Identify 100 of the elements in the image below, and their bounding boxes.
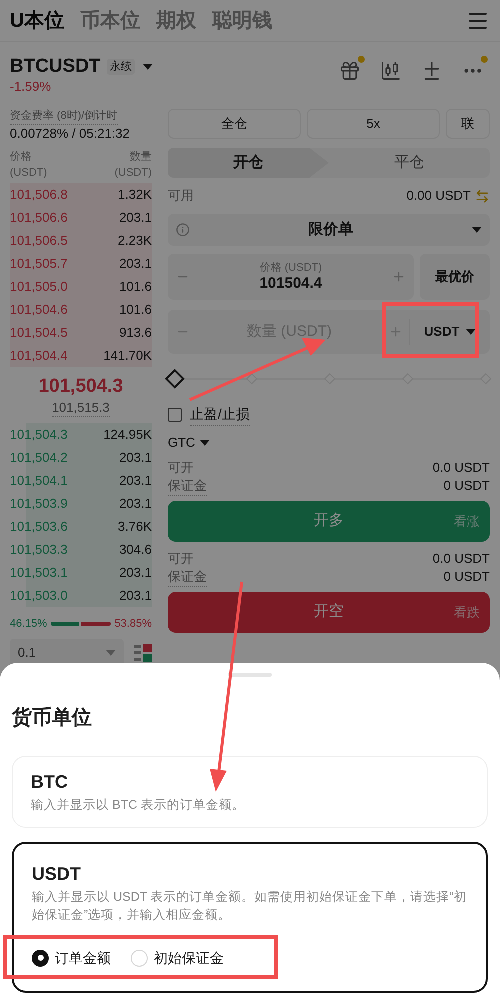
last-price: 101,504.3 [38,374,124,398]
ask-quantity: 101.6 [119,278,152,296]
info-value: 0.0 USDT [432,550,490,568]
bid-price[interactable]: 101,504.3 [10,424,68,444]
bid-quantity: 203.1 [119,448,152,467]
info-label: 可开 [168,550,194,568]
ask-price[interactable]: 101,506.5 [10,230,68,250]
radio-button[interactable] [32,950,49,966]
ask-price[interactable]: 101,506.6 [10,208,68,228]
bid-quantity: 203.1 [119,494,152,513]
radio-label[interactable]: 订单金额 [55,948,111,968]
price-field[interactable]: 价格 (USDT) 101504.4 [168,254,414,300]
button-hint: 看跌 [454,604,480,622]
button-hint: 看涨 [454,512,480,531]
info-value: 0.0 USDT [432,459,490,478]
ask-price[interactable]: 101,506.8 [10,184,68,204]
transfer-icon[interactable] [475,188,490,204]
ask-quantity: 141.70K [104,346,152,365]
ask-price[interactable]: 101,505.7 [10,254,68,274]
ask-quantity: 203.1 [119,254,152,273]
position-mode-tab[interactable]: 开仓 [168,148,329,178]
option-title: BTC [31,770,69,794]
available-balance: 0.00 USDT [406,187,471,206]
option-description: 输入并显示以 BTC 表示的订单金额。 [31,796,246,814]
open-long-button[interactable]: 开多 看涨 [168,501,490,542]
info-value: 0 USDT [444,477,490,496]
caret-icon [466,329,476,335]
column-unit: (USDT) [114,166,152,181]
position-mode-tab[interactable]: 平仓 [329,148,490,178]
bid-price[interactable]: 101,503.9 [10,494,68,514]
bid-price[interactable]: 101,503.3 [10,540,68,560]
column-unit: (USDT) [10,166,48,181]
radio-button[interactable] [131,950,148,966]
column-header: 价格 [10,150,33,165]
ask-quantity: 913.6 [119,324,152,342]
caret-icon [106,650,116,656]
info-label: 保证金 [168,566,207,588]
option-description: 输入并显示以 USDT 表示的订单金额。如需使用初始保证金下单，请选择“初始保证金”选项，并输入相应金额。 [32,888,468,924]
margin-setting-button[interactable]: 联 [446,109,490,139]
open-short-button[interactable]: 开空 看跌 [168,592,490,633]
dropdown-caret-icon [142,64,153,70]
checkbox[interactable] [168,408,182,422]
radio-label[interactable]: 初始保证金 [154,948,224,968]
caret-icon [472,227,482,233]
info-label: 可开 [168,459,194,478]
bid-quantity: 3.76K [118,518,152,536]
info-value: 0 USDT [444,568,490,586]
funding-rate-label: 资金费率 (8时)/倒计时 [10,108,118,125]
market-tab[interactable]: 聪明钱 [212,6,272,36]
bid-quantity: 124.95K [104,426,152,444]
order-type-dropdown[interactable]: 限价单 [168,214,490,246]
ask-quantity: 203.1 [119,208,152,227]
bid-quantity: 203.1 [119,586,152,605]
price-input[interactable]: 101504.4 [236,275,346,293]
ask-price[interactable]: 101,504.5 [10,322,68,342]
bid-price[interactable]: 101,503.0 [10,586,68,606]
contract-type-tag: 永续 [106,58,135,76]
available-label: 可用 [168,187,194,206]
field-label: 价格 (USDT) [260,261,322,275]
buy-ratio: 46.15% [10,616,48,632]
info-label: 保证金 [168,476,207,496]
sell-ratio: 53.85% [114,616,152,632]
margin-setting-button[interactable]: 全仓 [168,109,301,139]
market-tab[interactable]: 期权 [156,6,196,36]
ask-price[interactable]: 101,504.6 [10,300,68,320]
bid-quantity: 304.6 [119,540,152,559]
market-tab[interactable]: U本位 [10,6,64,36]
bid-price[interactable]: 101,504.1 [10,470,68,490]
bid-quantity: 203.1 [119,472,152,490]
sheet-title: 货币单位 [12,706,93,730]
ask-quantity: 1.32K [118,186,152,204]
option-title: USDT [32,862,82,886]
unit-option-card[interactable]: USDT 输入并显示以 USDT 表示的订单金额。如需使用初始保证金下单，请选择“初始保证金”选项，并输入相应金额。 订单金额 初始保证金 [12,842,488,993]
unit-option-card[interactable]: BTC 输入并显示以 BTC 表示的订单金额。 [12,756,488,828]
ask-quantity: 2.23K [118,232,152,250]
leverage-slider[interactable] [168,367,490,391]
bid-quantity: 203.1 [119,564,152,582]
bid-price[interactable]: 101,504.2 [10,448,68,468]
take-profit-stop-loss-label[interactable]: 止盈/止损 [190,404,250,426]
time-in-force-dropdown[interactable]: GTC [168,433,210,453]
info-icon[interactable] [176,223,190,237]
price-change: -1.59% [10,78,52,96]
candlestick-icon[interactable] [380,60,402,82]
mark-price: 101,515.3 [52,400,110,416]
unit-dropdown[interactable]: USDT [410,310,490,354]
margin-setting-button[interactable]: 5x [307,109,440,139]
order-book-layout-icon[interactable] [134,644,152,662]
market-tab[interactable]: 币本位 [80,6,140,36]
increase-icon[interactable] [392,270,406,284]
column-header: 数量 [130,150,152,165]
symbol-name: BTCUSDT [10,56,101,78]
ask-price[interactable]: 101,505.0 [10,276,68,296]
gift-icon[interactable] [339,60,361,82]
caret-icon [200,440,210,446]
ask-price[interactable]: 101,504.4 [10,346,68,366]
best-price-button[interactable]: 最优价 [420,254,490,300]
ask-quantity: 101.6 [119,300,152,319]
bid-price[interactable]: 101,503.1 [10,562,68,582]
bid-price[interactable]: 101,503.6 [10,516,68,536]
funding-rate-value: 0.00728% / 05:21:32 [10,125,131,143]
